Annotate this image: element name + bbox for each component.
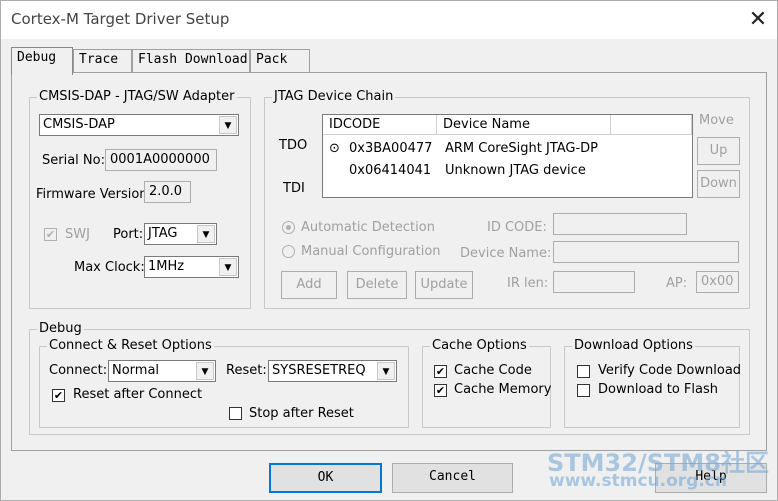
- chevron-down-icon[interactable]: ▼: [219, 116, 237, 134]
- adapter-select[interactable]: CMSIS-DAP ▼: [39, 114, 239, 136]
- auto-detection-radio[interactable]: [282, 221, 295, 234]
- connect-select-value: Normal: [112, 363, 160, 378]
- cancel-button[interactable]: Cancel: [392, 463, 513, 493]
- port-label: Port:: [113, 227, 144, 242]
- reset-select-value: SYSRESETREQ: [272, 363, 366, 378]
- debug-group-label: Debug: [37, 321, 84, 336]
- manual-config-label: Manual Configuration: [301, 244, 441, 259]
- chevron-down-icon[interactable]: ▼: [197, 225, 215, 243]
- jtag-device-list[interactable]: IDCODE Device Name ⊙ 0x3BA00477 ARM Core…: [322, 114, 693, 198]
- chevron-down-icon[interactable]: ▼: [377, 362, 395, 380]
- reset-after-connect-label: Reset after Connect: [73, 387, 203, 402]
- chevron-down-icon[interactable]: ▼: [219, 258, 237, 276]
- reset-label: Reset:: [226, 363, 267, 378]
- ir-len-input[interactable]: [553, 271, 635, 293]
- cache-code-label: Cache Code: [454, 363, 532, 378]
- move-label: Move: [699, 113, 734, 128]
- swj-label: SWJ: [65, 227, 90, 242]
- column-header-empty: [611, 115, 692, 135]
- manual-config-radio[interactable]: [282, 245, 295, 258]
- close-icon[interactable]: ✕: [743, 5, 773, 35]
- download-options-group-label: Download Options: [572, 338, 695, 353]
- serial-field: 0001A0000000: [105, 149, 217, 171]
- ok-button[interactable]: OK: [269, 463, 382, 493]
- tdi-label: TDI: [283, 181, 305, 196]
- max-clock-label: Max Clock:: [74, 260, 145, 275]
- watermark-url: www.stmcu.org.cn: [549, 471, 727, 491]
- title-bar: Cortex-M Target Driver Setup ✕: [1, 1, 777, 39]
- reset-select[interactable]: SYSRESETREQ ▼: [268, 360, 397, 382]
- add-button[interactable]: Add: [281, 271, 337, 299]
- stop-after-reset-checkbox[interactable]: [229, 407, 242, 420]
- jtag-chain-group-label: JTAG Device Chain: [272, 89, 396, 104]
- connect-reset-group-label: Connect & Reset Options: [47, 338, 214, 353]
- move-up-button[interactable]: Up: [697, 137, 740, 165]
- cache-memory-label: Cache Memory: [454, 382, 552, 397]
- cache-options-group-label: Cache Options: [430, 338, 529, 353]
- device-name-label: Device Name:: [460, 246, 552, 261]
- table-row-device-name[interactable]: Unknown JTAG device: [445, 163, 586, 178]
- connect-label: Connect:: [49, 363, 108, 378]
- reset-after-connect-checkbox[interactable]: ✔: [52, 389, 65, 402]
- max-clock-value: 1MHz: [148, 259, 185, 274]
- verify-download-checkbox[interactable]: [577, 365, 590, 378]
- download-to-flash-label: Download to Flash: [598, 382, 719, 397]
- idcode-input[interactable]: [553, 213, 687, 235]
- update-button[interactable]: Update: [415, 271, 473, 299]
- column-header-idcode[interactable]: IDCODE: [323, 115, 437, 135]
- tab-trace[interactable]: Trace: [73, 49, 132, 73]
- ir-len-label: IR len:: [507, 276, 549, 291]
- device-name-input[interactable]: [553, 241, 739, 263]
- dialog-window: Cortex-M Target Driver Setup ✕ Debug Tra…: [0, 0, 778, 501]
- ap-label: AP:: [666, 276, 688, 291]
- cache-memory-checkbox[interactable]: ✔: [434, 384, 447, 397]
- max-clock-select[interactable]: 1MHz ▼: [144, 256, 239, 278]
- window-title: Cortex-M Target Driver Setup: [11, 10, 230, 28]
- stop-after-reset-label: Stop after Reset: [249, 406, 354, 421]
- auto-detection-label: Automatic Detection: [301, 220, 435, 235]
- column-header-device-name[interactable]: Device Name: [437, 115, 611, 135]
- tab-flash-download[interactable]: Flash Download: [132, 49, 250, 73]
- swj-checkbox[interactable]: ✔: [44, 228, 57, 241]
- port-select[interactable]: JTAG ▼: [144, 223, 217, 245]
- chevron-down-icon[interactable]: ▼: [196, 362, 214, 380]
- delete-button[interactable]: Delete: [347, 271, 407, 299]
- move-down-button[interactable]: Down: [697, 170, 740, 198]
- adapter-group-label: CMSIS-DAP - JTAG/SW Adapter: [37, 89, 237, 104]
- firmware-field: 2.0.0: [144, 181, 191, 203]
- table-row-idcode[interactable]: 0x3BA00477: [349, 141, 432, 156]
- port-select-value: JTAG: [148, 226, 178, 241]
- firmware-label: Firmware Version:: [36, 187, 152, 202]
- download-to-flash-checkbox[interactable]: [577, 384, 590, 397]
- tab-debug[interactable]: Debug: [11, 47, 73, 75]
- table-row-device-name[interactable]: ARM CoreSight JTAG-DP: [445, 141, 598, 156]
- ap-input[interactable]: 0x00: [696, 271, 739, 293]
- table-row-idcode[interactable]: 0x06414041: [349, 163, 431, 178]
- cache-code-checkbox[interactable]: ✔: [434, 365, 447, 378]
- connect-select[interactable]: Normal ▼: [108, 360, 216, 382]
- tdo-label: TDO: [279, 138, 308, 153]
- serial-label: Serial No:: [42, 153, 105, 168]
- verify-download-label: Verify Code Download: [598, 363, 742, 378]
- idcode-label: ID CODE:: [487, 220, 547, 235]
- tab-pack[interactable]: Pack: [250, 49, 310, 73]
- adapter-select-value: CMSIS-DAP: [43, 117, 115, 132]
- selected-row-radio-icon: ⊙: [329, 141, 340, 156]
